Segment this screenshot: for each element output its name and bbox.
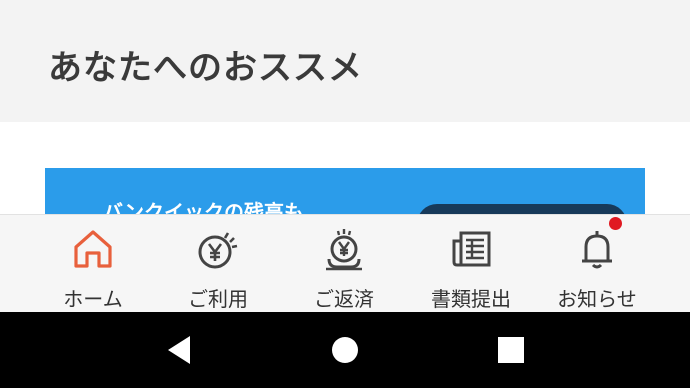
yen-repay-icon bbox=[326, 229, 362, 271]
tab-documents-label: 書類提出 bbox=[431, 287, 511, 311]
notification-dot bbox=[609, 217, 622, 230]
tab-home-label: ホーム bbox=[63, 287, 123, 311]
android-navigation-bar bbox=[0, 312, 690, 388]
recommendation-header: あなたへのおススメ bbox=[0, 0, 690, 122]
bell-icon bbox=[582, 231, 612, 269]
content-area: バンクイックの残高も bbox=[0, 122, 690, 216]
banner-text: バンクイックの残高も bbox=[103, 200, 304, 216]
tab-repay[interactable]: ご返済 bbox=[275, 215, 413, 313]
tab-usage-label: ご利用 bbox=[188, 287, 248, 311]
tab-notifications[interactable]: お知らせ bbox=[528, 215, 666, 313]
tab-notifications-label: お知らせ bbox=[557, 287, 637, 311]
tab-home[interactable]: ホーム bbox=[24, 215, 162, 313]
tab-usage[interactable]: ご利用 bbox=[149, 215, 287, 313]
promo-banner[interactable]: バンクイックの残高も bbox=[45, 168, 645, 216]
tab-repay-label: ご返済 bbox=[314, 287, 374, 311]
home-circle-icon[interactable] bbox=[325, 330, 365, 370]
section-title: あなたへのおススメ bbox=[48, 48, 363, 88]
yen-coin-icon bbox=[198, 232, 238, 269]
document-icon bbox=[452, 231, 491, 267]
bottom-tab-bar: ホーム ご利用 ご返済 書類提出 お知らせ bbox=[0, 214, 690, 313]
home-icon bbox=[74, 230, 112, 268]
tab-documents[interactable]: 書類提出 bbox=[402, 215, 540, 313]
back-icon[interactable] bbox=[160, 330, 200, 370]
recents-icon[interactable] bbox=[491, 330, 531, 370]
